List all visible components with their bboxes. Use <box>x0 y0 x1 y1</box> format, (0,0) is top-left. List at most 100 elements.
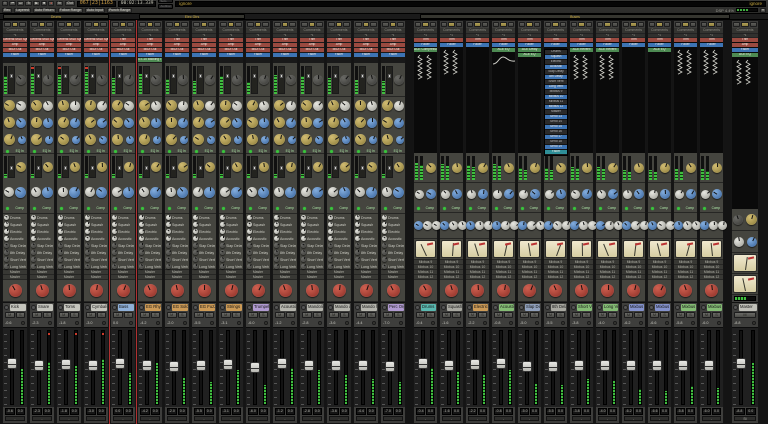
comp-mode-knob[interactable] <box>258 187 269 198</box>
tone-lo-knob[interactable] <box>466 221 475 230</box>
trim-knob[interactable] <box>286 75 296 85</box>
eq-in-led[interactable] <box>330 150 333 153</box>
record-enable-button[interactable] <box>448 22 454 27</box>
comp-in-led[interactable] <box>547 207 550 210</box>
output-button[interactable] <box>560 22 566 27</box>
send-knob[interactable] <box>247 229 252 234</box>
processor-row[interactable]: Fader <box>57 53 81 57</box>
fader-handle[interactable] <box>7 358 17 369</box>
processor-row[interactable]: Trim <box>700 38 723 42</box>
gain-display[interactable]: -0.8 <box>494 321 501 325</box>
pan-knob[interactable] <box>36 284 49 297</box>
strip-name-button[interactable]: Electric <box>473 304 488 311</box>
send-row[interactable]: Acoustic <box>165 235 189 242</box>
send-row[interactable]: Long Verb <box>84 263 108 270</box>
peak-readout[interactable]: 0.0 <box>394 408 404 415</box>
send-row[interactable]: Acoustic <box>219 235 243 242</box>
send-knob[interactable] <box>31 250 36 255</box>
comp-mode-knob[interactable] <box>123 187 134 198</box>
pan-knob[interactable] <box>333 284 346 297</box>
pan-knob[interactable] <box>198 284 211 297</box>
send-row[interactable]: Drums <box>354 214 378 221</box>
processor-menu-item[interactable]: Slap Delay <box>545 70 567 74</box>
hpf-knob[interactable] <box>234 136 242 144</box>
processor-row[interactable]: GT-10 Backing Trk <box>138 58 162 62</box>
output-button[interactable] <box>127 22 134 27</box>
solo-button[interactable]: S <box>530 312 539 318</box>
output-button[interactable] <box>343 22 350 27</box>
input-button[interactable] <box>112 22 119 27</box>
send-knob[interactable] <box>31 264 36 269</box>
send-row[interactable]: Electric <box>273 228 297 235</box>
mute-button[interactable]: M <box>598 312 607 318</box>
input-button[interactable] <box>733 22 740 27</box>
master-threshold-knob[interactable] <box>746 214 757 225</box>
group-tab[interactable]: Drums <box>3 14 109 19</box>
pan-knob[interactable] <box>171 284 184 297</box>
mini-fader[interactable] <box>332 156 339 178</box>
send-row[interactable]: Squash <box>354 221 378 228</box>
output-button[interactable] <box>586 22 592 27</box>
send-row[interactable]: Electric <box>327 228 351 235</box>
processor-row[interactable]: Amp <box>30 43 54 47</box>
output-assign-button[interactable]: - <box>113 416 133 421</box>
processor-menu-item[interactable]: Send 19 <box>545 145 567 149</box>
gain-display[interactable]: -2.0 <box>167 321 174 325</box>
processor-row[interactable]: ACE Delay <box>518 48 541 52</box>
processor-row[interactable]: Fader <box>596 43 619 47</box>
output-assign-button[interactable]: - <box>59 416 79 421</box>
fader-handle[interactable] <box>142 360 152 371</box>
fader-handle[interactable] <box>736 358 746 369</box>
comp-mode-knob[interactable] <box>582 189 592 199</box>
record-enable-button[interactable] <box>147 22 154 27</box>
fader-handle[interactable] <box>574 360 584 371</box>
send-row[interactable]: Drums <box>192 214 216 221</box>
send-row[interactable]: Short Verb <box>327 256 351 263</box>
processor-row[interactable]: Fader <box>414 43 437 47</box>
gain-readout[interactable]: -7.0 <box>383 408 393 415</box>
send-row[interactable]: Slap Delay <box>246 242 270 249</box>
send-row[interactable]: Long Verb <box>273 263 297 270</box>
mini-fader[interactable] <box>359 156 366 178</box>
pan-knob[interactable] <box>387 284 400 297</box>
mute-button[interactable]: M <box>113 312 123 318</box>
automation-button[interactable] <box>431 321 435 325</box>
automation-button[interactable] <box>639 321 643 325</box>
send-knob[interactable] <box>85 250 90 255</box>
send-row[interactable]: Long Verb <box>219 263 243 270</box>
send-knob[interactable] <box>247 236 252 241</box>
send-knob[interactable] <box>301 250 306 255</box>
strip-name-button[interactable]: Mixbus 12 <box>707 304 722 311</box>
send-knob[interactable] <box>247 264 252 269</box>
processor-row[interactable]: MIDI Out <box>273 48 297 52</box>
send-row[interactable]: Electric <box>30 228 54 235</box>
tone-mid-knob[interactable] <box>579 221 588 230</box>
send-row[interactable]: Electric <box>219 228 243 235</box>
peak-readout[interactable]: 0.0 <box>313 408 323 415</box>
processor-row[interactable]: Trim <box>440 38 463 42</box>
send-knob[interactable] <box>139 250 144 255</box>
processor-row[interactable]: Fader <box>327 53 351 57</box>
mute-button[interactable]: M <box>140 312 150 318</box>
send-row[interactable]: Slap Delay <box>381 242 405 249</box>
send-row[interactable]: Long Verb <box>327 263 351 270</box>
automation-button[interactable] <box>483 321 487 325</box>
comp-in-led[interactable] <box>417 207 420 210</box>
output-button[interactable] <box>508 22 514 27</box>
processor-row[interactable]: ACE Compressor <box>414 48 437 52</box>
processor-menu-item[interactable]: Mixbus 9 <box>545 90 567 94</box>
solo-button[interactable]: S <box>178 312 188 318</box>
send-row[interactable]: Squash <box>138 221 162 228</box>
send-knob[interactable] <box>112 257 117 262</box>
input-button[interactable] <box>193 22 200 27</box>
gain-readout[interactable]: -4.4 <box>356 408 366 415</box>
processor-row[interactable]: MIDI Out <box>219 48 243 52</box>
input-button[interactable] <box>571 22 577 27</box>
comp-in-led[interactable] <box>357 207 360 210</box>
gain-readout[interactable]: -1.6 <box>442 408 451 415</box>
tone-lo-knob[interactable] <box>544 221 553 230</box>
comp-mode-knob[interactable] <box>366 187 377 198</box>
tone-lo-knob[interactable] <box>440 221 449 230</box>
output-assign-button[interactable]: - <box>598 416 617 421</box>
comp-mode-knob[interactable] <box>686 189 696 199</box>
